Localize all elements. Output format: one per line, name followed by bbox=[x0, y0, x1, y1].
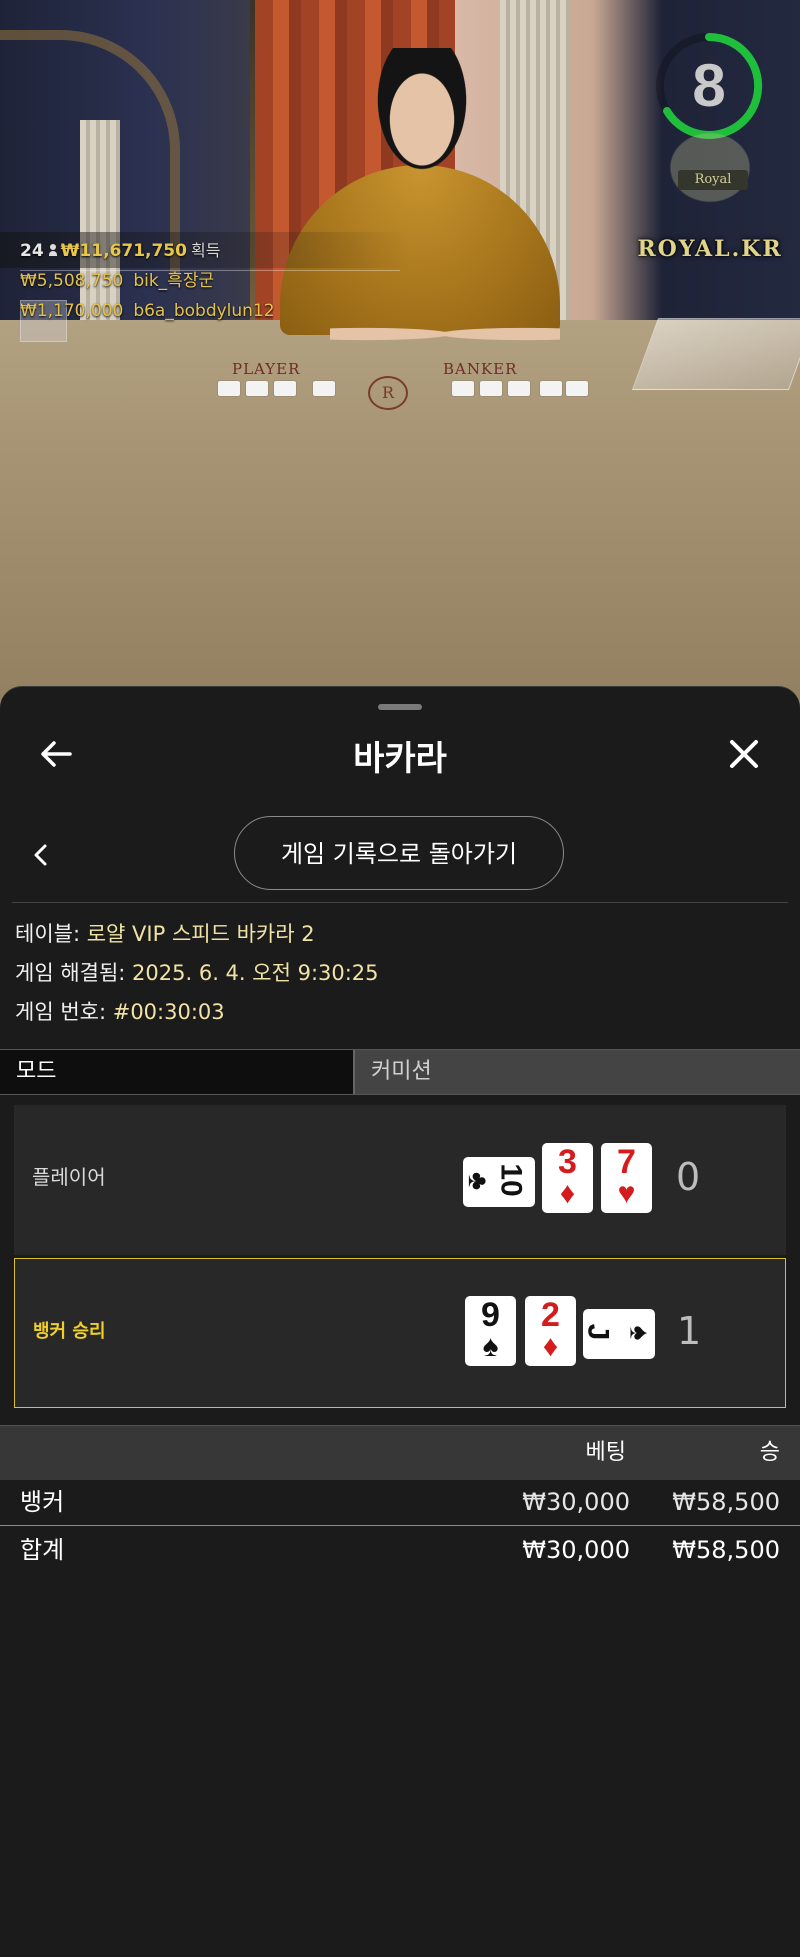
winner-amount: ₩1,170,000 bbox=[20, 301, 124, 321]
brand-logo: ROYAL.KR bbox=[637, 236, 783, 262]
winner-user: b6a_bobdylun12 bbox=[133, 301, 275, 321]
player-hand-label: 플레이어 bbox=[32, 1165, 106, 1189]
winners-count: 24 bbox=[20, 241, 44, 261]
total-label: 합계 bbox=[20, 1536, 65, 1564]
person-icon bbox=[48, 244, 57, 256]
table-value: 로얄 VIP 스피드 바카라 2 bbox=[86, 922, 315, 946]
bets-table-header: 베팅 승 bbox=[0, 1425, 800, 1480]
divider bbox=[12, 902, 788, 903]
playing-card: 9 ♠ bbox=[465, 1296, 516, 1366]
chevron-left-icon[interactable] bbox=[26, 837, 56, 873]
winner-user: bik_흑장군 bbox=[133, 271, 215, 291]
card-suit: ♣ bbox=[463, 1171, 495, 1191]
felt-card bbox=[540, 381, 562, 396]
total-bet: ₩30,000 bbox=[522, 1536, 630, 1564]
player-hand: 플레이어 ♣ 10 3 ♦ 7 ♥ 0 bbox=[14, 1105, 786, 1255]
crest-text: Royal bbox=[678, 170, 748, 190]
table-row: 뱅커 ₩30,000 ₩58,500 bbox=[0, 1479, 800, 1526]
felt-card bbox=[313, 381, 335, 396]
felt-card bbox=[480, 381, 502, 396]
royal-crest-icon bbox=[655, 120, 765, 215]
felt-card bbox=[566, 381, 588, 396]
card-suit: ♠ bbox=[624, 1325, 656, 1341]
total-win: ₩58,500 bbox=[672, 1536, 780, 1564]
sheet-drag-handle[interactable] bbox=[378, 704, 422, 710]
mode-tabs: 모드 커미션 bbox=[0, 1049, 800, 1095]
felt-banker-label: BANKER bbox=[443, 360, 518, 378]
bet-amount: ₩30,000 bbox=[522, 1488, 630, 1516]
playing-card: J ♠ bbox=[581, 1309, 656, 1359]
playing-card: 3 ♦ bbox=[542, 1143, 593, 1213]
card-suit: ♦ bbox=[559, 1177, 576, 1210]
winners-suffix: 획득 bbox=[190, 241, 221, 260]
live-video-stream: PLAYER BANKER R 24 ₩11,671,750 획득 ₩5,508,7… bbox=[0, 0, 800, 720]
card-rank: 3 bbox=[558, 1143, 577, 1181]
dealer-head bbox=[372, 48, 472, 178]
banker-win-label: 뱅커 승리 bbox=[33, 1321, 106, 1342]
winners-overlay: 24 ₩11,671,750 획득 ₩5,508,750 bik_흑장군 ₩1,170… bbox=[20, 236, 275, 326]
resolved-value: 2025. 6. 4. 오전 9:30:25 bbox=[132, 961, 379, 985]
playing-card: 7 ♥ bbox=[601, 1143, 652, 1213]
felt-card bbox=[508, 381, 530, 396]
table-label: 테이블: bbox=[15, 922, 81, 946]
felt-card bbox=[274, 381, 296, 396]
felt-card bbox=[218, 381, 240, 396]
win-column-header: 승 bbox=[759, 1440, 780, 1465]
back-to-history-button[interactable]: 게임 기록으로 돌아가기 bbox=[234, 816, 564, 890]
card-rank: 10 bbox=[494, 1163, 528, 1197]
bet-name: 뱅커 bbox=[20, 1488, 65, 1516]
player-score: 0 bbox=[676, 1155, 701, 1199]
winner-amount: ₩5,508,750 bbox=[20, 271, 124, 291]
card-suit: ♠ bbox=[482, 1330, 499, 1363]
table-info-line: 테이블: 로얄 VIP 스피드 바카라 2 bbox=[15, 915, 379, 954]
total-row: 합계 ₩30,000 ₩58,500 bbox=[0, 1527, 800, 1573]
winners-summary: 24 ₩11,671,750 획득 bbox=[20, 236, 275, 266]
felt-logo: R bbox=[368, 376, 408, 410]
card-suit: ♥ bbox=[617, 1177, 636, 1210]
card-shoe bbox=[631, 318, 800, 390]
bet-column-header: 베팅 bbox=[585, 1440, 626, 1465]
banker-score: 1 bbox=[677, 1309, 702, 1353]
dealer-hands bbox=[330, 320, 560, 348]
card-rank: 7 bbox=[617, 1143, 636, 1181]
game-number-label: 게임 번호: bbox=[15, 1000, 107, 1024]
playing-card: 2 ♦ bbox=[525, 1296, 576, 1366]
close-icon[interactable] bbox=[722, 732, 766, 776]
winners-total: ₩11,671,750 bbox=[60, 241, 187, 261]
tab-commission[interactable]: 커미션 bbox=[353, 1050, 800, 1094]
playing-card: ♣ 10 bbox=[463, 1157, 535, 1207]
game-number-line: 게임 번호: #00:30:03 bbox=[15, 993, 379, 1032]
card-rank: 9 bbox=[481, 1296, 500, 1334]
card-rank: J bbox=[581, 1323, 615, 1341]
win-amount: ₩58,500 bbox=[672, 1488, 780, 1516]
resolved-label: 게임 해결됨: bbox=[15, 961, 126, 985]
game-info: 테이블: 로얄 VIP 스피드 바카라 2 게임 해결됨: 2025. 6. 4… bbox=[15, 915, 379, 1032]
card-suit: ♦ bbox=[542, 1330, 559, 1363]
winner-row: ₩1,170,000 b6a_bobdylun12 bbox=[20, 296, 275, 326]
resolved-info-line: 게임 해결됨: 2025. 6. 4. 오전 9:30:25 bbox=[15, 954, 379, 993]
felt-card bbox=[452, 381, 474, 396]
winners-divider bbox=[20, 270, 400, 271]
card-rank: 2 bbox=[541, 1296, 560, 1334]
game-detail-sheet: 바카라 게임 기록으로 돌아가기 테이블: 로얄 VIP 스피드 바카라 2 게… bbox=[0, 686, 800, 1957]
banker-hand: 뱅커 승리 9 ♠ 2 ♦ J ♠ 1 bbox=[14, 1258, 786, 1408]
sheet-title: 바카라 bbox=[353, 739, 447, 779]
game-number-value: #00:30:03 bbox=[112, 1000, 225, 1024]
felt-player-label: PLAYER bbox=[232, 360, 301, 378]
tab-mode[interactable]: 모드 bbox=[0, 1050, 353, 1094]
felt-card bbox=[246, 381, 268, 396]
